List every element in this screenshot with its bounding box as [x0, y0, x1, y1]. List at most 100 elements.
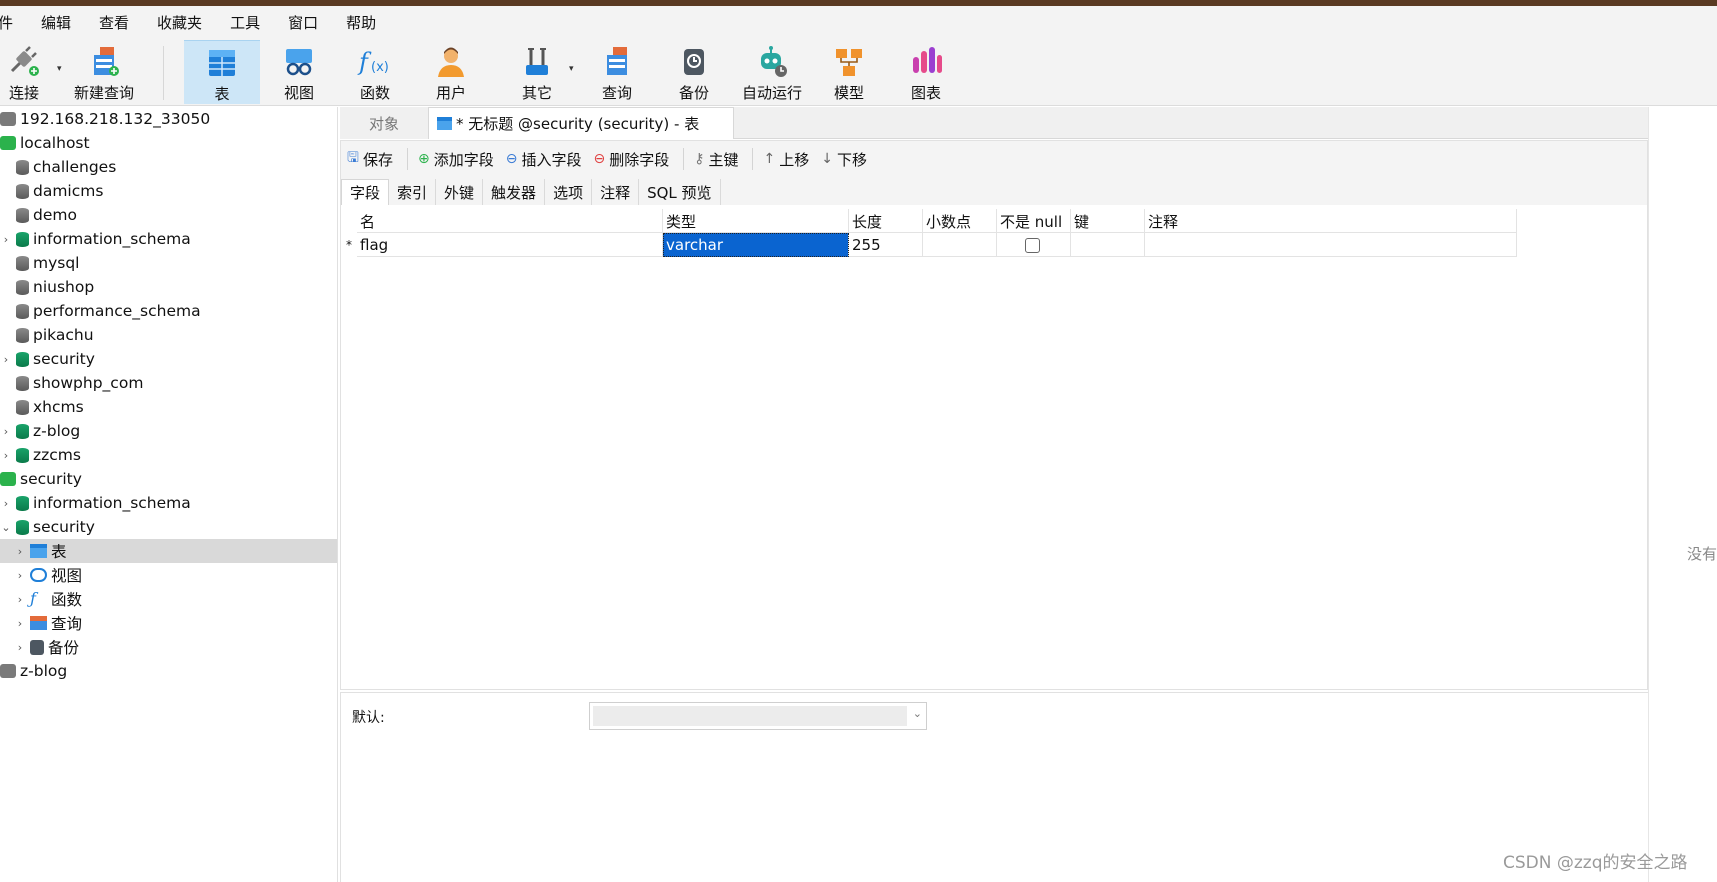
- chevron-right-icon[interactable]: ›: [0, 353, 12, 366]
- table-button[interactable]: 表: [184, 40, 260, 104]
- menu-tools[interactable]: 工具: [216, 12, 274, 33]
- column-header-length[interactable]: 长度: [849, 209, 923, 233]
- database-label: mysql: [33, 254, 80, 272]
- add-field-button[interactable]: ⊕ 添加字段: [418, 149, 494, 170]
- plus-circle-icon: ⊕: [417, 151, 430, 167]
- menu-window[interactable]: 窗口: [274, 12, 332, 33]
- subtab-foreign-keys[interactable]: 外键: [436, 179, 484, 205]
- tree-database-expanded[interactable]: ⌄ security: [0, 515, 337, 539]
- tab-objects[interactable]: 对象: [340, 107, 428, 139]
- automation-button[interactable]: 自动运行: [740, 40, 804, 104]
- chevron-down-icon[interactable]: ▾: [569, 64, 574, 74]
- column-header-not-null[interactable]: 不是 null: [997, 209, 1071, 233]
- tree-database[interactable]: › information_schema: [0, 227, 337, 251]
- menu-help[interactable]: 帮助: [332, 12, 390, 33]
- tree-database[interactable]: challenges: [0, 155, 337, 179]
- column-header-decimals[interactable]: 小数点: [923, 209, 997, 233]
- tree-connection[interactable]: z-blog: [0, 659, 337, 683]
- column-header-type[interactable]: 类型: [663, 209, 849, 233]
- save-label: 保存: [362, 150, 393, 169]
- tree-connection[interactable]: security: [0, 467, 337, 491]
- tree-database[interactable]: niushop: [0, 275, 337, 299]
- tab-table-designer[interactable]: * 无标题 @security (security) - 表: [428, 107, 734, 139]
- tree-database[interactable]: xhcms: [0, 395, 337, 419]
- menu-view[interactable]: 查看: [85, 12, 143, 33]
- chevron-right-icon[interactable]: ›: [14, 641, 26, 654]
- default-select[interactable]: ⌄: [589, 702, 927, 730]
- chevron-right-icon[interactable]: ›: [0, 449, 12, 462]
- insert-field-button[interactable]: ⊖ 插入字段: [506, 149, 582, 170]
- column-header-comment[interactable]: 注释: [1145, 209, 1517, 233]
- tree-database[interactable]: › zzcms: [0, 443, 337, 467]
- save-button[interactable]: 🖫 保存: [347, 147, 393, 171]
- column-header-key[interactable]: 键: [1071, 209, 1145, 233]
- tree-database[interactable]: › security: [0, 347, 337, 371]
- cell-length[interactable]: 255: [849, 233, 923, 257]
- chevron-right-icon[interactable]: ›: [14, 593, 26, 606]
- subtab-comment[interactable]: 注释: [592, 179, 640, 205]
- database-icon: [16, 231, 29, 247]
- move-up-button[interactable]: ↑ 上移: [763, 149, 809, 170]
- not-null-checkbox[interactable]: [1025, 237, 1040, 253]
- tree-item-functions[interactable]: › ƒ 函数: [0, 587, 337, 611]
- view-label: 视图: [283, 84, 314, 102]
- chevron-right-icon[interactable]: ›: [14, 569, 26, 582]
- tree-database[interactable]: showphp_com: [0, 371, 337, 395]
- backup-button[interactable]: 备份: [671, 40, 717, 104]
- subtab-options[interactable]: 选项: [545, 179, 593, 205]
- tree-database[interactable]: mysql: [0, 251, 337, 275]
- tree-database[interactable]: damicms: [0, 179, 337, 203]
- arrow-down-icon: ↓: [821, 151, 833, 167]
- tree-database[interactable]: demo: [0, 203, 337, 227]
- chevron-right-icon[interactable]: ›: [14, 617, 26, 630]
- user-button[interactable]: 用户: [428, 40, 474, 104]
- tree-database[interactable]: › z-blog: [0, 419, 337, 443]
- menu-file[interactable]: 件: [0, 12, 27, 33]
- other-button[interactable]: 其它: [514, 40, 560, 104]
- database-icon: [16, 159, 29, 175]
- tree-connection[interactable]: 192.168.218.132_33050: [0, 107, 337, 131]
- tree-item-views[interactable]: › 视图: [0, 563, 337, 587]
- tree-connection[interactable]: localhost: [0, 131, 337, 155]
- tree-item-backups[interactable]: › 备份: [0, 635, 337, 659]
- move-down-button[interactable]: ↓ 下移: [821, 149, 867, 170]
- cell-type[interactable]: varchar: [663, 233, 849, 257]
- tree-item-label: 视图: [51, 567, 83, 585]
- model-button[interactable]: 模型: [826, 40, 872, 104]
- cell-name[interactable]: flag: [357, 233, 663, 257]
- menu-favorites[interactable]: 收藏夹: [143, 12, 216, 33]
- cell-comment[interactable]: [1145, 233, 1517, 257]
- primary-key-button[interactable]: ⚷ 主键: [694, 149, 738, 170]
- column-header-name[interactable]: 名: [357, 209, 663, 233]
- table-row[interactable]: flag varchar 255: [357, 233, 1517, 257]
- subtab-indexes[interactable]: 索引: [389, 179, 437, 205]
- chevron-right-icon[interactable]: ›: [14, 545, 26, 558]
- cell-key[interactable]: [1071, 233, 1145, 257]
- designer-subtabs: 字段 索引 外键 触发器 选项 注释 SQL 预览: [341, 179, 1647, 205]
- cell-decimals[interactable]: [923, 233, 997, 257]
- menu-edit[interactable]: 编辑: [27, 12, 85, 33]
- database-label: performance_schema: [33, 302, 201, 320]
- chart-button[interactable]: 图表: [903, 40, 949, 104]
- chevron-down-icon[interactable]: ⌄: [0, 521, 12, 534]
- chevron-down-icon[interactable]: ▾: [57, 64, 62, 74]
- chevron-right-icon[interactable]: ›: [0, 425, 12, 438]
- function-button[interactable]: f (x) 函数: [352, 40, 398, 104]
- tree-database[interactable]: performance_schema: [0, 299, 337, 323]
- subtab-fields[interactable]: 字段: [341, 179, 390, 205]
- connect-button[interactable]: 连接: [4, 40, 44, 104]
- tree-item-queries[interactable]: › 查询: [0, 611, 337, 635]
- chevron-right-icon[interactable]: ›: [0, 233, 12, 246]
- tree-database[interactable]: pikachu: [0, 323, 337, 347]
- subtab-sql-preview[interactable]: SQL 预览: [639, 179, 721, 205]
- database-label: xhcms: [33, 398, 84, 416]
- new-query-button[interactable]: 新建查询: [72, 40, 136, 104]
- view-button[interactable]: 视图: [276, 40, 322, 104]
- delete-field-button[interactable]: ⊖ 删除字段: [593, 149, 669, 170]
- chevron-right-icon[interactable]: ›: [0, 497, 12, 510]
- subtab-triggers[interactable]: 触发器: [483, 179, 546, 205]
- tree-item-tables[interactable]: › 表: [0, 539, 337, 563]
- tree-database[interactable]: › information_schema: [0, 491, 337, 515]
- database-icon: [16, 327, 29, 343]
- query-button[interactable]: 查询: [594, 40, 640, 104]
